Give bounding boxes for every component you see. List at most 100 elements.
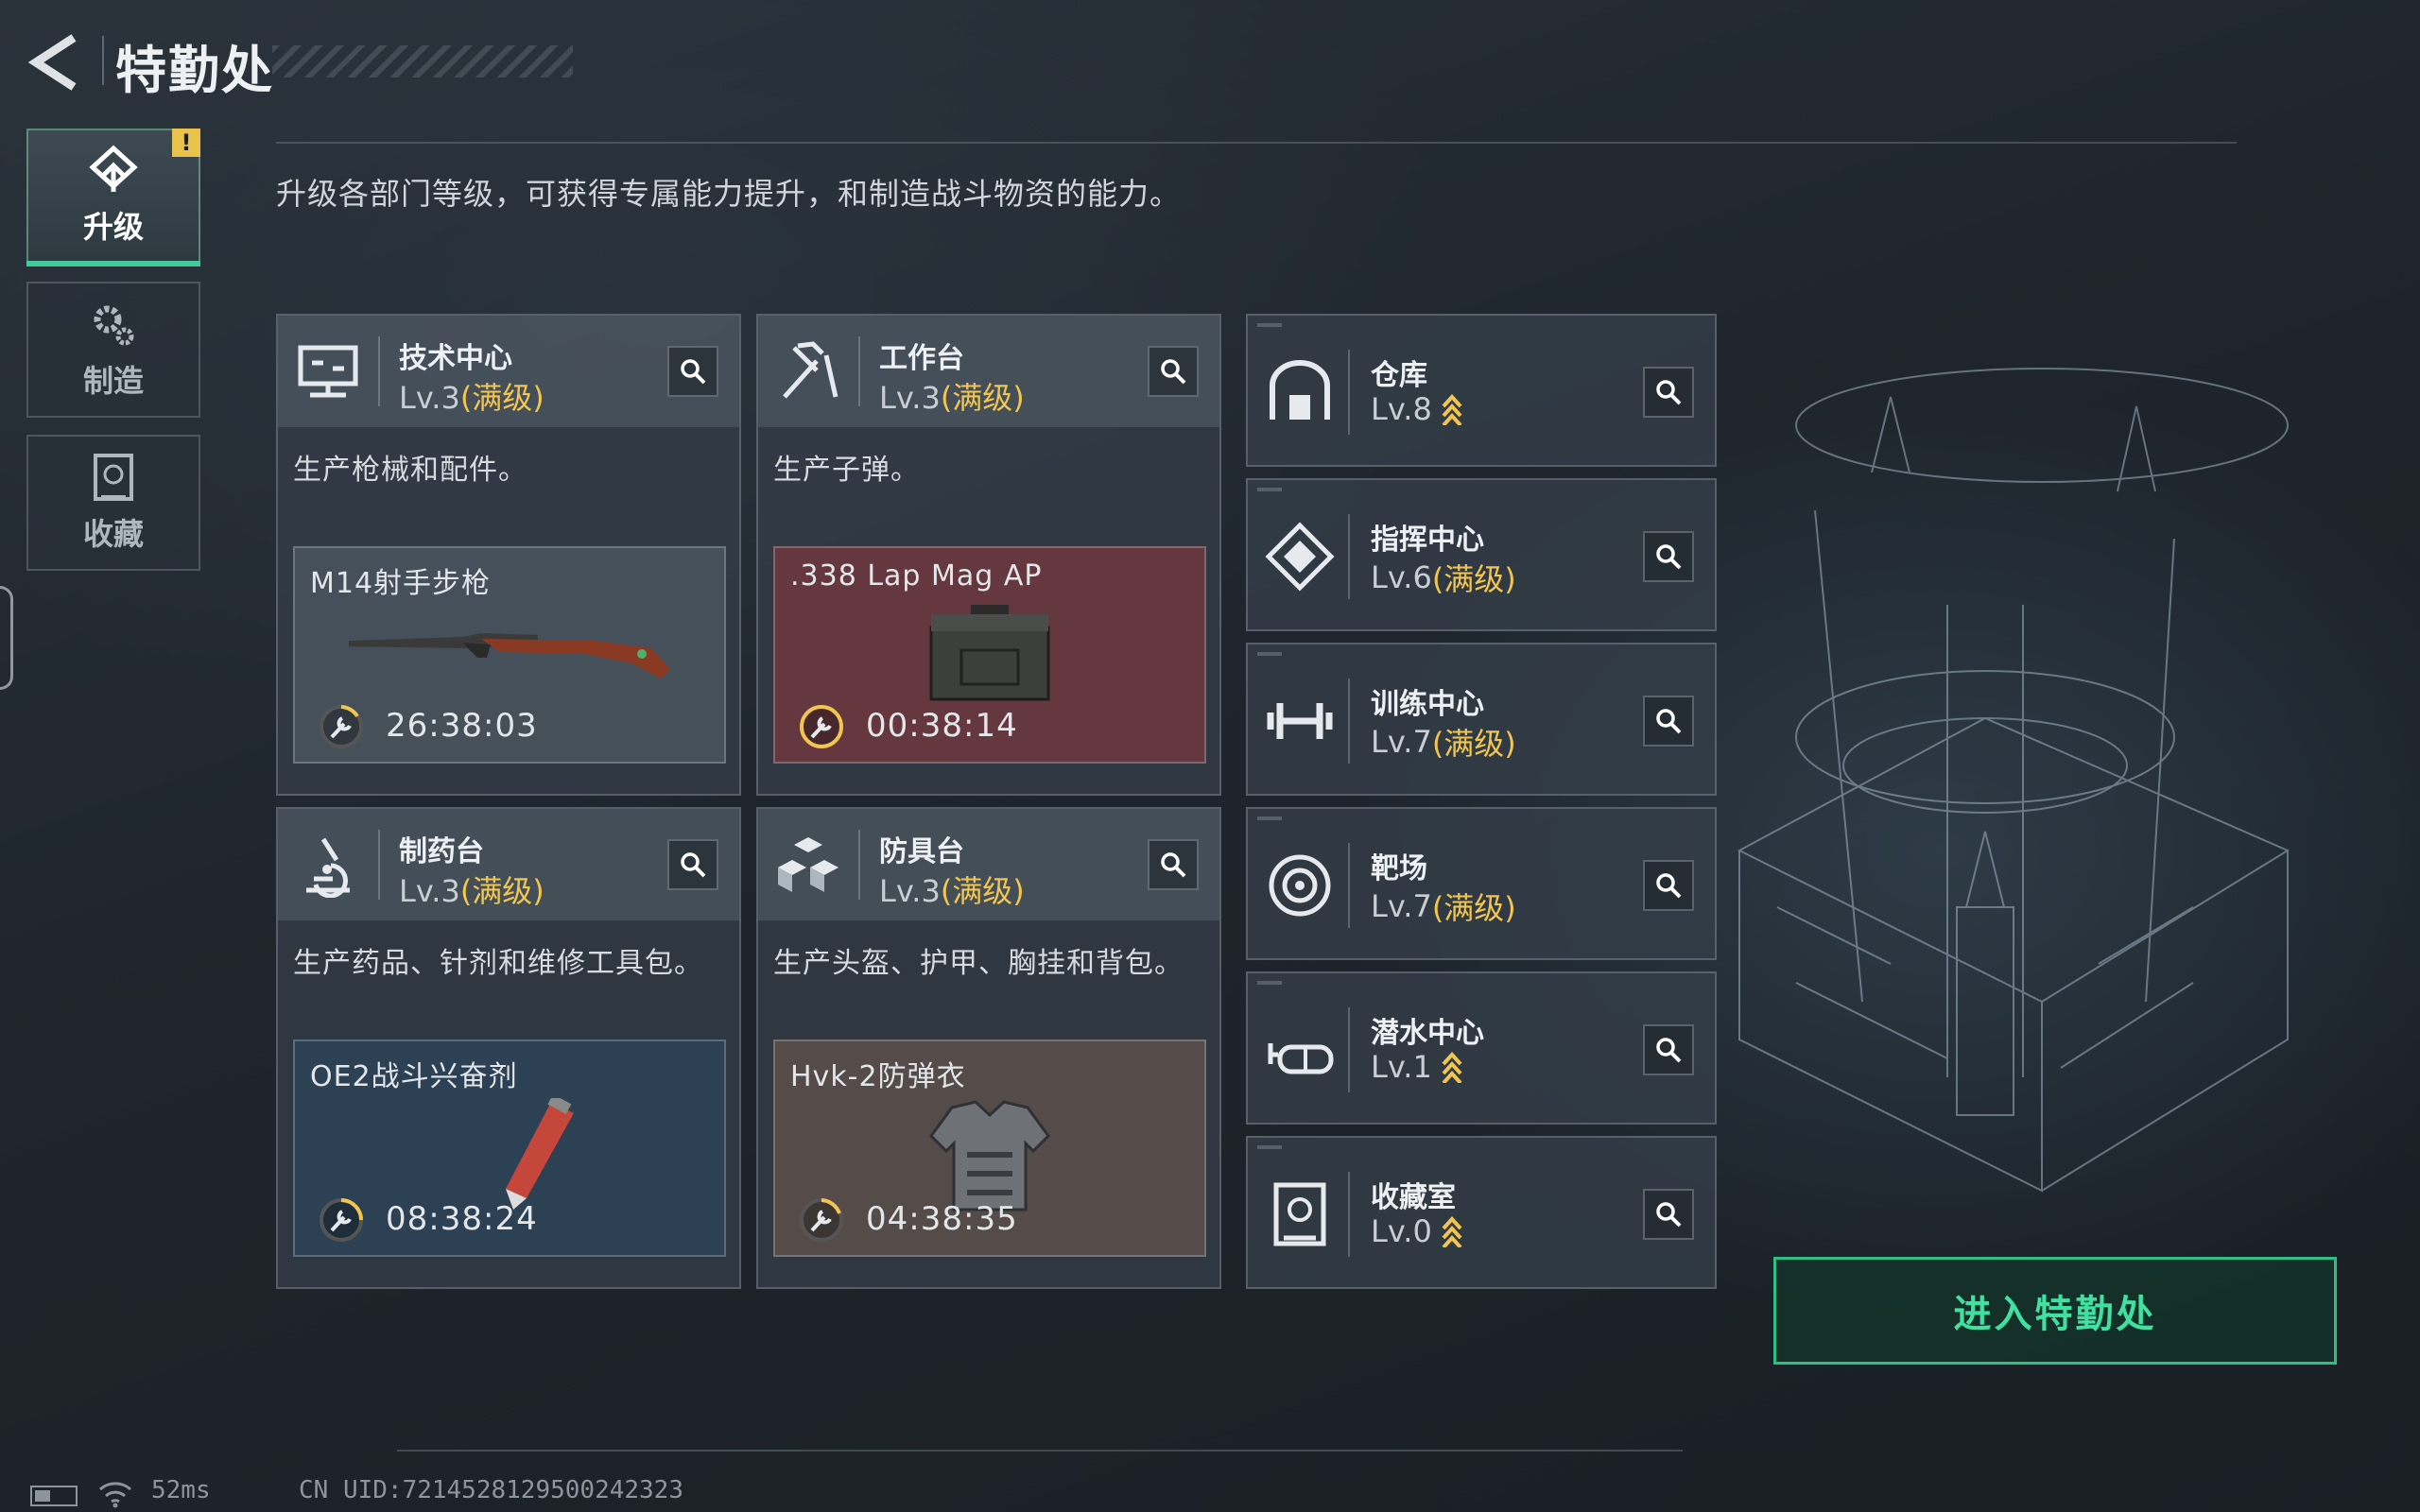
dumbbell-icon: [1267, 703, 1333, 739]
bottom-divider: [397, 1450, 1683, 1452]
search-button[interactable]: [1148, 839, 1199, 890]
warehouse-icon: [1270, 360, 1330, 420]
ammo-box-icon: [929, 605, 1050, 701]
corner-mark: [1257, 981, 1282, 985]
craft-item-name: M14射手步枪: [310, 567, 492, 600]
facility-name: 仓库: [1371, 359, 1427, 392]
max-level-tag: (满级): [1431, 890, 1516, 926]
tab-craft-label: 制造: [82, 363, 144, 399]
diving-mask-icon: [1268, 1043, 1334, 1074]
back-arrow-icon[interactable]: [26, 32, 83, 93]
facility-name: 指挥中心: [1371, 524, 1484, 557]
level-text: Lv.1: [1371, 1049, 1432, 1085]
facility-wireframe-image: [1737, 368, 2290, 1193]
facility-name: 训练中心: [1371, 688, 1484, 721]
monitor-icon: [298, 345, 358, 398]
max-level-tag: (满级): [459, 873, 544, 909]
search-button[interactable]: [667, 839, 718, 890]
facility-card-training-center[interactable]: 训练中心 Lv.7 (满级): [1246, 643, 1717, 796]
command-center-icon: [1265, 522, 1335, 592]
search-button[interactable]: [1643, 531, 1694, 582]
craft-timer: 00:38:14: [866, 707, 1018, 745]
gears-icon: [94, 305, 134, 346]
search-button[interactable]: [1643, 1024, 1694, 1075]
max-level-tag: (满级): [940, 380, 1025, 416]
magnifier-icon: [1656, 380, 1682, 405]
tab-collection[interactable]: 收藏: [26, 435, 200, 571]
hammer-icon: [783, 341, 838, 399]
card-divider: [1348, 679, 1350, 764]
facility-card-shooting-range[interactable]: 靶场 Lv.7 (满级): [1246, 807, 1717, 960]
tab-upgrade[interactable]: ! 升级: [26, 129, 200, 266]
side-handle[interactable]: [0, 586, 13, 690]
search-button[interactable]: [667, 346, 718, 397]
facility-description: 生产枪械和配件。: [293, 454, 527, 487]
collection-icon: [94, 454, 133, 501]
wrench-timer-icon: [800, 1198, 843, 1242]
uid-text: CN UID:7214528129500242323: [299, 1476, 683, 1504]
facility-card-armor-bench[interactable]: 防具台 Lv.3(满级) 生产头盔、护甲、胸挂和背包。 Hvk-2防弹衣 04:…: [756, 807, 1221, 1289]
facility-card-workbench[interactable]: 工作台 Lv.3(满级) 生产子弹。 .338 Lap Mag AP 00:38…: [756, 314, 1221, 796]
craft-item-name: .338 Lap Mag AP: [790, 559, 1043, 593]
tab-craft[interactable]: 制造: [26, 282, 200, 418]
microscope-icon: [306, 837, 350, 898]
facility-level: Lv.6 (满级): [1371, 556, 1516, 599]
facility-name: 靶场: [1371, 852, 1427, 885]
corner-mark: [1257, 488, 1282, 491]
facility-card-collection-room[interactable]: 收藏室 Lv.0: [1246, 1136, 1717, 1289]
facility-level: Lv.3(满级): [399, 868, 544, 911]
header-divider: [102, 36, 104, 85]
card-divider: [378, 830, 380, 900]
level-text: Lv.6: [1371, 559, 1432, 595]
facility-description: 生产头盔、护甲、胸挂和背包。: [773, 947, 1184, 980]
wifi-icon: [99, 1482, 131, 1508]
wrench-timer-icon: [320, 1198, 363, 1242]
top-divider: [276, 142, 2237, 144]
card-divider: [1348, 843, 1350, 928]
facility-level: Lv.7 (满级): [1371, 720, 1516, 764]
search-button[interactable]: [1643, 860, 1694, 911]
facility-card-tech-center[interactable]: 技术中心 Lv.3(满级) 生产枪械和配件。 M14射手步枪 26:38:03: [276, 314, 741, 796]
craft-timer: 08:38:24: [386, 1200, 538, 1238]
facility-level: Lv.0: [1371, 1213, 1462, 1249]
facility-card-command-center[interactable]: 指挥中心 Lv.6 (满级): [1246, 478, 1717, 631]
craft-slot[interactable]: M14射手步枪 26:38:03: [293, 546, 726, 764]
facility-card-pharmacy[interactable]: 制药台 Lv.3(满级) 生产药品、针剂和维修工具包。 OE2战斗兴奋剂 08:…: [276, 807, 741, 1289]
facility-card-diving-center[interactable]: 潜水中心 Lv.1: [1246, 971, 1717, 1125]
facility-name: 技术中心: [399, 342, 512, 375]
level-text: Lv.3: [399, 873, 460, 909]
search-button[interactable]: [1643, 367, 1694, 418]
facility-name: 制药台: [399, 835, 484, 868]
craft-slot[interactable]: OE2战斗兴奋剂 08:38:24: [293, 1040, 726, 1257]
card-divider: [1348, 514, 1350, 599]
facility-description: 生产子弹。: [773, 454, 920, 487]
section-description: 升级各部门等级，可获得专属能力提升，和制造战斗物资的能力。: [276, 176, 1182, 212]
search-button[interactable]: [1643, 1189, 1694, 1240]
corner-mark: [1257, 1145, 1282, 1149]
craft-item-name: OE2战斗兴奋剂: [310, 1060, 518, 1093]
craft-slot[interactable]: .338 Lap Mag AP 00:38:14: [773, 546, 1206, 764]
search-button[interactable]: [1148, 346, 1199, 397]
max-level-tag: (满级): [940, 873, 1025, 909]
max-level-tag: (满级): [1431, 561, 1516, 597]
magnifier-icon: [681, 852, 706, 878]
wrench-timer-icon: [320, 705, 363, 748]
tab-upgrade-label: 升级: [82, 209, 144, 245]
upgrade-arrow-icon: [1442, 394, 1462, 425]
facility-card-warehouse[interactable]: 仓库 Lv.8: [1246, 314, 1717, 467]
card-divider: [858, 830, 860, 900]
level-text: Lv.8: [1371, 391, 1432, 427]
level-text: Lv.0: [1371, 1213, 1432, 1249]
level-text: Lv.3: [879, 380, 941, 416]
craft-slot[interactable]: Hvk-2防弹衣 04:38:35: [773, 1040, 1206, 1257]
magnifier-icon: [1161, 359, 1186, 385]
enter-button-label: 进入特勤处: [1953, 1293, 2157, 1336]
upgrade-arrow-icon: [1442, 1216, 1462, 1247]
facility-level: Lv.3(满级): [879, 868, 1025, 911]
facility-level: Lv.3(满级): [399, 374, 544, 418]
enter-special-ops-button[interactable]: 进入特勤处: [1773, 1257, 2337, 1365]
craft-item-name: Hvk-2防弹衣: [790, 1060, 966, 1093]
ping-text: 52ms: [151, 1476, 211, 1504]
search-button[interactable]: [1643, 696, 1694, 747]
upgrade-icon: [89, 145, 138, 192]
